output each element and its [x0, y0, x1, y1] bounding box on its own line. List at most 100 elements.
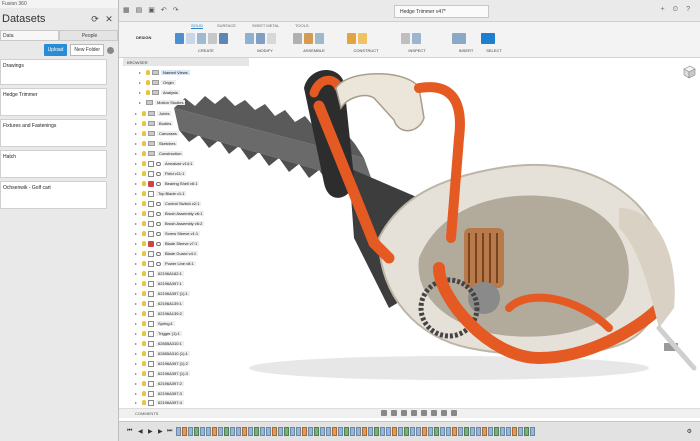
document-tab[interactable]: Hedge Trimmer v47* [394, 5, 489, 18]
timeline-feature[interactable] [428, 427, 433, 436]
timeline-feature[interactable] [302, 427, 307, 436]
timeline-feature[interactable] [398, 427, 403, 436]
visibility-icon[interactable] [142, 291, 146, 296]
offset-plane-icon[interactable] [347, 33, 356, 44]
timeline-feature[interactable] [218, 427, 223, 436]
timeline-feature[interactable] [458, 427, 463, 436]
visibility-icon[interactable] [142, 351, 146, 356]
section-analysis-icon[interactable] [412, 33, 421, 44]
timeline-feature[interactable] [350, 427, 355, 436]
visibility-icon[interactable] [142, 161, 146, 166]
timeline-feature[interactable] [470, 427, 475, 436]
timeline-feature[interactable] [308, 427, 313, 436]
timeline-feature[interactable] [482, 427, 487, 436]
timeline-feature[interactable] [194, 427, 199, 436]
tab-solid[interactable]: SOLID [191, 23, 204, 29]
visibility-icon[interactable] [146, 80, 150, 85]
timeline-feature[interactable] [488, 427, 493, 436]
tree-item-component[interactable]: ▸ Brush Assembly v6:2 [135, 219, 205, 228]
timeline-feature[interactable] [422, 427, 427, 436]
visibility-icon[interactable] [142, 171, 146, 176]
expand-icon[interactable]: ▸ [139, 80, 144, 85]
construct-menu[interactable]: CONSTRUCT [347, 48, 385, 53]
expand-icon[interactable]: ▸ [135, 331, 140, 336]
as-built-joint-icon[interactable] [315, 33, 324, 44]
select-icon[interactable] [481, 33, 495, 44]
expand-icon[interactable]: ▸ [135, 111, 140, 116]
visibility-icon[interactable] [142, 371, 146, 376]
timeline-feature[interactable] [344, 427, 349, 436]
joint-icon[interactable] [304, 33, 313, 44]
tree-item-sketches[interactable]: ▸ Sketches [135, 139, 178, 148]
look-at-icon[interactable] [391, 410, 397, 416]
timeline-feature[interactable] [338, 427, 343, 436]
timeline-feature[interactable] [332, 427, 337, 436]
new-component-icon[interactable] [293, 33, 302, 44]
expand-icon[interactable]: ▸ [135, 241, 140, 246]
visibility-icon[interactable] [146, 70, 150, 75]
visibility-icon[interactable] [142, 131, 146, 136]
timeline-feature[interactable] [176, 427, 181, 436]
timeline-feature[interactable] [416, 427, 421, 436]
visibility-icon[interactable] [142, 181, 146, 186]
timeline-feature[interactable] [242, 427, 247, 436]
expand-icon[interactable]: ▸ [135, 400, 140, 405]
tree-item-component[interactable]: ▸ 62655A310 (1):1 [135, 349, 190, 358]
project-card[interactable]: Drawings [0, 59, 107, 85]
timeline-feature[interactable] [530, 427, 535, 436]
visibility-icon[interactable] [142, 281, 146, 286]
visibility-icon[interactable] [142, 111, 146, 116]
expand-icon[interactable]: ▸ [139, 90, 144, 95]
file-menu-icon[interactable]: ▤ [136, 6, 143, 14]
timeline-feature[interactable] [260, 427, 265, 436]
timeline-feature[interactable] [284, 427, 289, 436]
display-settings-icon[interactable] [431, 410, 437, 416]
expand-icon[interactable]: ▸ [135, 281, 140, 286]
tree-item-component[interactable]: ▸ Field v11:1 [135, 169, 187, 178]
tree-item-component[interactable]: ▸ Bearing Shell v6:1 [135, 179, 200, 188]
timeline-feature[interactable] [518, 427, 523, 436]
go-to-start-icon[interactable]: ⏮ [127, 428, 132, 435]
timeline-feature[interactable] [452, 427, 457, 436]
timeline-feature[interactable] [392, 427, 397, 436]
notifications-icon[interactable]: ⏲ [673, 6, 678, 14]
timeline-feature[interactable] [290, 427, 295, 436]
visibility-icon[interactable] [142, 311, 146, 316]
insert-image-icon[interactable] [452, 33, 466, 44]
tree-item-component[interactable]: ▸ Screw Sleeve v1:1 [135, 229, 201, 238]
hole-icon[interactable] [208, 33, 217, 44]
visibility-icon[interactable] [142, 400, 146, 405]
expand-icon[interactable]: ▸ [135, 251, 140, 256]
tab-surface[interactable]: SURFACE [217, 23, 236, 28]
help-icon[interactable]: ? [686, 6, 690, 14]
tree-item-component[interactable]: ▸ 62196A397:2 [135, 379, 184, 388]
tree-item-component[interactable]: ▸ Blade Guard v4:1 [135, 249, 199, 258]
grid-settings-icon[interactable] [441, 410, 447, 416]
timeline-feature[interactable] [272, 427, 277, 436]
pattern-icon[interactable] [219, 33, 228, 44]
timeline-feature[interactable] [230, 427, 235, 436]
timeline-feature[interactable] [404, 427, 409, 436]
visibility-icon[interactable] [142, 191, 146, 196]
timeline-feature[interactable] [206, 427, 211, 436]
tree-item-component[interactable]: ▸ Blade Sleeve v7:1 [135, 239, 200, 248]
visibility-icon[interactable] [142, 321, 146, 326]
fillet-icon[interactable] [256, 33, 265, 44]
timeline-feature[interactable] [380, 427, 385, 436]
tree-item-component[interactable]: ▸ 62196A397:1 [135, 279, 184, 288]
tree-item-motion-studies[interactable]: ▸ Motion Studies [139, 98, 186, 107]
expand-icon[interactable]: ▸ [135, 301, 140, 306]
press-pull-icon[interactable] [245, 33, 254, 44]
tree-item-component[interactable]: ▸ Armature v14:1 [135, 159, 195, 168]
timeline-feature[interactable] [326, 427, 331, 436]
visibility-icon[interactable] [142, 301, 146, 306]
expand-icon[interactable]: ▸ [135, 271, 140, 276]
tree-item-component[interactable]: ▸ 62196A162:1 [135, 269, 184, 278]
expand-icon[interactable]: ▸ [135, 231, 140, 236]
timeline-feature[interactable] [224, 427, 229, 436]
tree-item-component[interactable]: ▸ Power Line v8:1 [135, 259, 196, 268]
timeline-feature[interactable] [248, 427, 253, 436]
project-card[interactable]: Fixtures and Fastenings [0, 119, 107, 147]
expand-icon[interactable]: ▸ [135, 341, 140, 346]
tree-item-component[interactable]: ▸ 62196A139:2 [135, 309, 184, 318]
